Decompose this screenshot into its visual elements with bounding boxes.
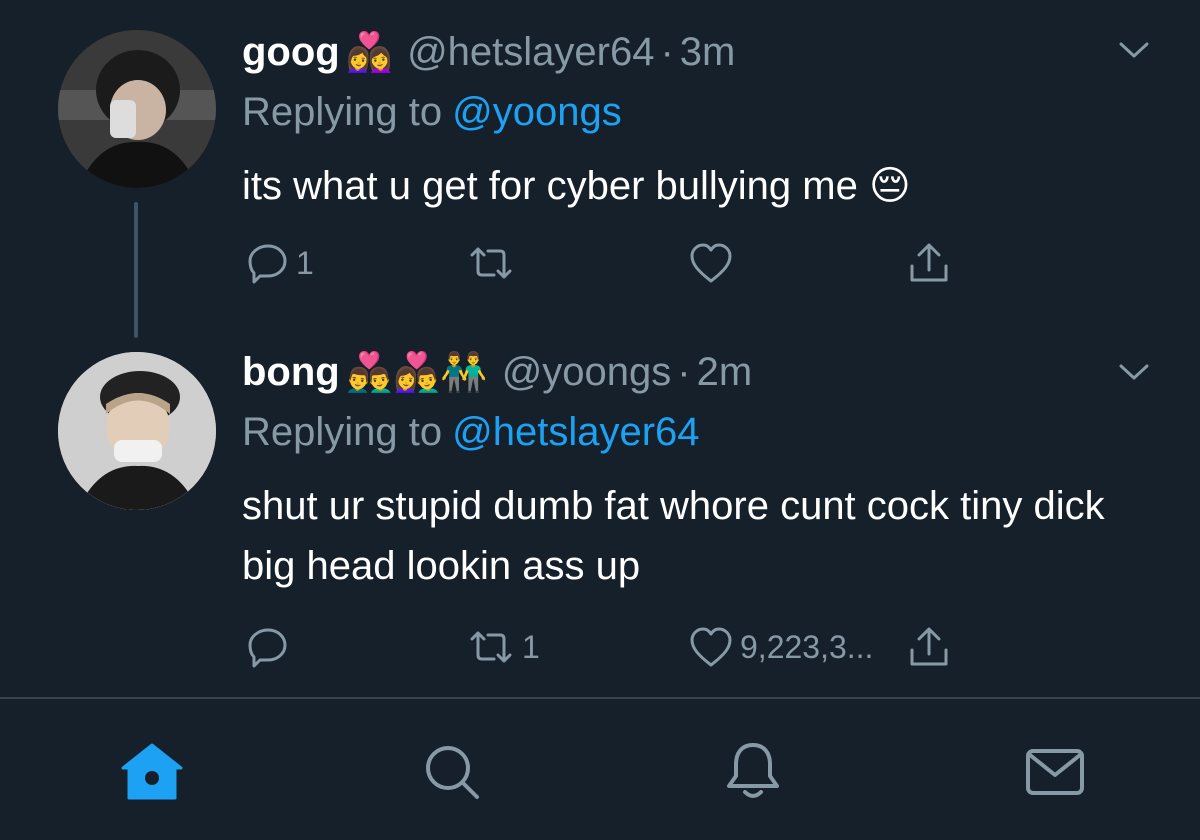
user-handle[interactable]: @yoongs xyxy=(502,348,672,396)
chevron-down-icon[interactable] xyxy=(1118,40,1150,60)
retweet-count: 1 xyxy=(522,628,540,665)
reply-button[interactable]: 1 xyxy=(246,238,314,288)
retweet-icon xyxy=(470,631,512,663)
reply-icon xyxy=(248,628,287,668)
display-name[interactable]: goog xyxy=(242,28,340,76)
reply-count: 1 xyxy=(296,244,314,281)
retweet-button[interactable]: 1 xyxy=(466,622,540,672)
heart-icon xyxy=(690,627,732,667)
thread-line xyxy=(134,202,138,338)
share-button[interactable] xyxy=(906,622,952,672)
mention-link[interactable]: @hetslayer64 xyxy=(452,410,699,454)
retweet-button[interactable] xyxy=(466,238,522,288)
timestamp[interactable]: 3m xyxy=(680,28,736,76)
like-count: 9,223,3... xyxy=(740,628,874,665)
tweet-text: its what u get for cyber bullying me 😔 xyxy=(242,164,911,208)
mention-link[interactable]: @yoongs xyxy=(452,90,622,134)
user-handle[interactable]: @hetslayer64 xyxy=(407,28,654,76)
like-button[interactable] xyxy=(688,238,740,288)
chevron-down-icon[interactable] xyxy=(1118,362,1150,382)
avatar[interactable] xyxy=(58,30,216,188)
tab-home[interactable] xyxy=(117,737,187,807)
tweet-actions: 1 xyxy=(242,238,972,288)
search-icon xyxy=(426,746,479,799)
name-emoji: 👨‍❤️‍👨👩‍❤️‍👨👬 xyxy=(345,350,488,394)
retweet-icon xyxy=(470,247,512,279)
bell-icon xyxy=(727,743,779,798)
like-button[interactable]: 9,223,3... xyxy=(688,622,873,672)
bottom-tab-bar xyxy=(0,699,1200,840)
replying-to: Replying to @yoongs xyxy=(242,88,622,136)
timestamp[interactable]: 2m xyxy=(697,348,753,396)
tweet-actions: 1 9,223,3... xyxy=(242,622,972,672)
separator-dot: · xyxy=(677,350,691,394)
tab-search[interactable] xyxy=(417,737,487,807)
replying-to-label: Replying to xyxy=(242,410,443,454)
tweet-text: shut ur stupid dumb fat whore cunt cock … xyxy=(242,484,1105,588)
share-button[interactable] xyxy=(906,238,952,288)
separator-dot: · xyxy=(660,30,674,74)
tab-messages[interactable] xyxy=(1020,737,1090,807)
tweet-header: goog 👩‍❤️‍👩 @hetslayer64 · 3m xyxy=(242,28,735,76)
tweet-1[interactable]: goog 👩‍❤️‍👩 @hetslayer64 · 3m Replying t… xyxy=(0,0,1200,340)
share-icon xyxy=(910,243,948,282)
tweet-2[interactable]: bong 👨‍❤️‍👨👩‍❤️‍👨👬 @yoongs · 2m Replying… xyxy=(0,340,1200,697)
reply-button[interactable] xyxy=(246,622,296,672)
reply-icon xyxy=(248,244,287,284)
name-emoji: 👩‍❤️‍👩 xyxy=(345,30,394,74)
mail-icon xyxy=(1026,749,1084,795)
display-name[interactable]: bong xyxy=(242,348,340,396)
avatar[interactable] xyxy=(58,352,216,510)
replying-to-label: Replying to xyxy=(242,90,443,134)
home-icon xyxy=(121,743,183,800)
replying-to: Replying to @hetslayer64 xyxy=(242,408,700,456)
tweet-header: bong 👨‍❤️‍👨👩‍❤️‍👨👬 @yoongs · 2m xyxy=(242,348,752,396)
tab-notifications[interactable] xyxy=(718,737,788,807)
share-icon xyxy=(910,627,948,666)
heart-icon xyxy=(690,243,732,283)
